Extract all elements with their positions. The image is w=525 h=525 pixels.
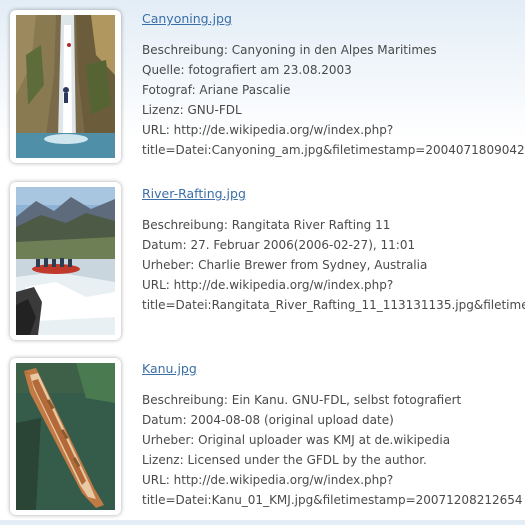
canoe-photo-icon[interactable]	[16, 363, 115, 510]
date-line: Datum: 2004-08-08 (original upload date)	[142, 413, 394, 427]
url-line-continued: title=Datei:Canyoning_am.jpg&filetimesta…	[142, 143, 525, 157]
author-line: Urheber: Original uploader was KMJ at de…	[142, 433, 451, 447]
thumbnail-frame[interactable]	[10, 182, 121, 340]
url-line-continued: title=Datei:Kanu_01_KMJ.jpg&filetimestam…	[142, 493, 523, 507]
thumbnail-frame[interactable]	[10, 10, 121, 163]
author-line: Urheber: Charlie Brewer from Sydney, Aus…	[142, 258, 428, 272]
url-line: URL: http://de.wikipedia.org/w/index.php…	[142, 473, 394, 487]
image-entry: Kanu.jpg Beschreibung: Ein Kanu. GNU-FDL…	[0, 350, 525, 525]
license-line: Lizenz: Licensed under the GFDL by the a…	[142, 453, 427, 467]
source-line: Quelle: fotografiert am 23.08.2003	[142, 63, 352, 77]
photographer-line: Fotograf: Ariane Pascalie	[142, 83, 291, 97]
thumbnail-frame[interactable]	[10, 358, 121, 515]
description-line: Beschreibung: Canyoning in den Alpes Mar…	[142, 43, 437, 57]
license-line: Lizenz: GNU-FDL	[142, 103, 242, 117]
image-info: River-Rafting.jpg Beschreibung: Rangitat…	[142, 185, 525, 315]
river-rafting-photo-icon[interactable]	[16, 187, 115, 335]
description-line: Beschreibung: Ein Kanu. GNU-FDL, selbst …	[142, 393, 462, 407]
image-info: Canyoning.jpg Beschreibung: Canyoning in…	[142, 10, 525, 160]
date-line: Datum: 27. Februar 2006(2006-02-27), 11:…	[142, 238, 416, 252]
description-line: Beschreibung: Rangitata River Rafting 11	[142, 218, 391, 232]
url-line-continued: title=Datei:Rangitata_River_Rafting_11_1…	[142, 298, 525, 312]
image-info: Kanu.jpg Beschreibung: Ein Kanu. GNU-FDL…	[142, 360, 525, 510]
image-title-link[interactable]: Kanu.jpg	[142, 360, 525, 378]
image-title-link[interactable]: River-Rafting.jpg	[142, 185, 525, 203]
image-title-link[interactable]: Canyoning.jpg	[142, 10, 525, 28]
canyon-waterfall-photo-icon[interactable]	[16, 15, 115, 158]
image-entry: River-Rafting.jpg Beschreibung: Rangitat…	[0, 175, 525, 350]
url-line: URL: http://de.wikipedia.org/w/index.php…	[142, 123, 394, 137]
url-line: URL: http://de.wikipedia.org/w/index.php…	[142, 278, 394, 292]
image-entry: Canyoning.jpg Beschreibung: Canyoning in…	[0, 0, 525, 175]
